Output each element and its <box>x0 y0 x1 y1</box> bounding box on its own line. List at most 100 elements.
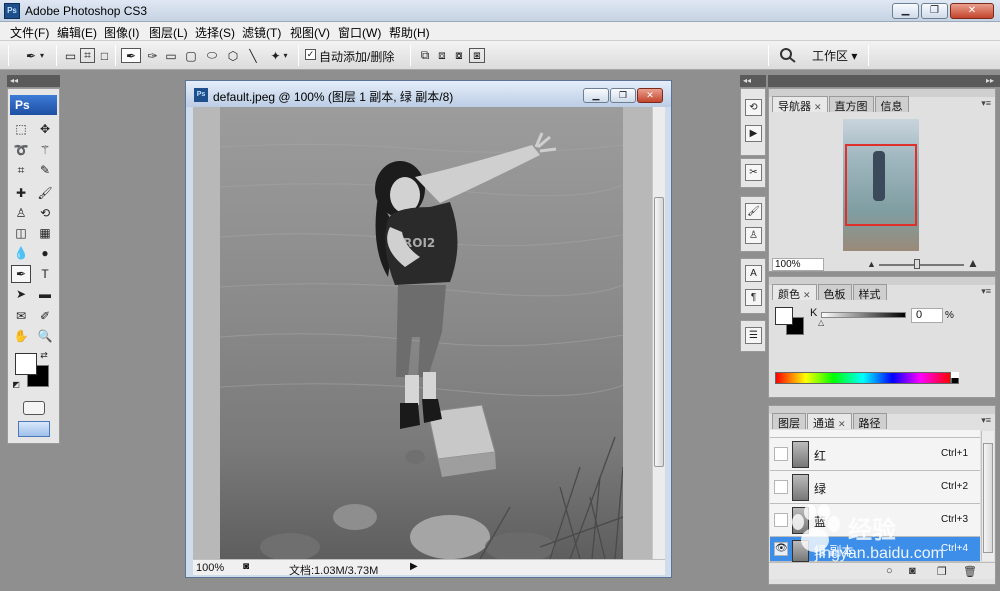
doc-close-button[interactable]: ✕ <box>637 88 663 103</box>
freeform-pen-icon[interactable]: ✑ <box>145 48 160 63</box>
white-swatch[interactable] <box>951 372 959 378</box>
tools-collapse-bar[interactable]: ◂◂ <box>7 75 60 87</box>
path-add-icon[interactable]: ⧉ <box>418 48 432 63</box>
navigator-zoom-field[interactable]: 100% <box>772 258 824 271</box>
dock-collapse-bar[interactable]: ◂◂ <box>740 75 766 87</box>
notes-tool-icon[interactable]: ✉ <box>11 307 31 325</box>
actions-icon[interactable]: ▶ <box>745 125 762 142</box>
menu-view[interactable]: 视图(V) <box>290 24 330 41</box>
canvas-area[interactable]: ROI2 <box>193 107 652 559</box>
minimize-button[interactable]: ▁ <box>892 3 919 19</box>
channel-row-rgb-partial[interactable] <box>770 430 980 438</box>
restore-button[interactable]: ❐ <box>921 3 948 19</box>
path-exclude-icon[interactable]: ⧆ <box>469 48 485 63</box>
tab-layers[interactable]: 图层 <box>772 413 806 430</box>
document-zoom-level[interactable]: 100% <box>196 562 224 574</box>
eraser-tool-icon[interactable]: ◫ <box>11 224 31 242</box>
document-titlebar[interactable]: Ps default.jpeg @ 100% (图层 1 副本, 绿 副本/8)… <box>186 81 671 107</box>
color-foreground-swatch[interactable] <box>775 307 793 325</box>
brushes-icon[interactable]: 🖌 <box>745 203 762 220</box>
crop-tool-icon[interactable]: ⌗ <box>11 161 31 179</box>
auto-add-delete-checkbox[interactable]: ✓ <box>305 49 316 60</box>
swap-colors-icon[interactable]: ⇄ <box>38 349 50 361</box>
healing-brush-icon[interactable]: ✚ <box>11 184 31 202</box>
close-icon[interactable]: ✕ <box>838 419 846 429</box>
zoom-out-icon[interactable]: ▲ <box>867 259 876 269</box>
rectangle-icon[interactable]: ▭ <box>164 48 178 63</box>
scrollbar-thumb[interactable] <box>983 443 993 553</box>
navigator-slider-thumb[interactable] <box>914 259 920 269</box>
history-brush-icon[interactable]: ⟲ <box>35 204 55 222</box>
menu-edit[interactable]: 编辑(E) <box>57 24 97 41</box>
tab-histogram[interactable]: 直方图 <box>828 96 874 113</box>
ellipse-icon[interactable]: ⬭ <box>205 48 219 63</box>
gradient-tool-icon[interactable]: ▦ <box>35 224 55 242</box>
navigator-zoom-slider[interactable] <box>879 264 964 266</box>
tab-swatches[interactable]: 色板 <box>817 284 852 301</box>
channel-row-green-copy[interactable]: 👁 绿 副本 Ctrl+4 <box>770 537 980 562</box>
shape-tool-icon[interactable]: ▬ <box>35 285 55 303</box>
black-channel-value[interactable]: 0 <box>911 308 943 323</box>
hand-tool-icon[interactable]: ✋ <box>11 327 31 345</box>
screen-mode-icon[interactable] <box>18 421 50 437</box>
tab-navigator[interactable]: 导航器 ✕ <box>772 96 828 113</box>
paragraph-icon[interactable]: ¶ <box>745 289 762 306</box>
brush-tool-icon[interactable]: 🖌 <box>35 184 55 202</box>
close-button[interactable]: ✕ <box>950 3 994 19</box>
load-selection-icon[interactable]: ○ <box>886 565 893 577</box>
black-channel-slider[interactable] <box>821 312 906 318</box>
character-icon[interactable]: A <box>745 265 762 282</box>
visibility-toggle[interactable] <box>774 480 788 494</box>
menu-file[interactable]: 文件(F) <box>10 24 49 41</box>
blur-tool-icon[interactable]: 💧 <box>11 244 31 262</box>
visibility-toggle[interactable] <box>774 447 788 461</box>
tool-preset-picker[interactable]: ✒ ▾ <box>20 48 50 63</box>
doc-minimize-button[interactable]: ▁ <box>583 88 609 103</box>
channel-row-green[interactable]: 绿 Ctrl+2 <box>770 471 980 504</box>
clone-source-icon[interactable]: ♙ <box>745 227 762 244</box>
custom-shape-icon[interactable]: ✦ ▾ <box>265 48 293 63</box>
quick-mask-icon[interactable] <box>23 401 45 415</box>
menu-select[interactable]: 选择(S) <box>195 24 235 41</box>
menu-window[interactable]: 窗口(W) <box>338 24 381 41</box>
layer-comps-icon[interactable]: ☰ <box>745 327 762 344</box>
document-photo[interactable]: ROI2 <box>220 107 623 559</box>
slider-marker-icon[interactable]: △ <box>818 318 824 327</box>
move-tool-icon[interactable]: ✥ <box>35 120 55 138</box>
photoshop-logo[interactable]: Ps <box>10 95 57 115</box>
lasso-tool-icon[interactable]: ➰ <box>11 141 31 159</box>
doc-restore-button[interactable]: ❐ <box>610 88 636 103</box>
channel-row-red[interactable]: 红 Ctrl+1 <box>770 438 980 471</box>
menu-help[interactable]: 帮助(H) <box>389 24 430 41</box>
menu-layer[interactable]: 图层(L) <box>149 24 188 41</box>
panel-menu-icon[interactable]: ▾≡ <box>981 98 991 109</box>
panels-collapse-bar[interactable]: ▸▸ <box>768 75 1000 87</box>
trash-icon[interactable]: 🗑 <box>963 565 977 578</box>
path-selection-icon[interactable]: ➤ <box>11 285 31 303</box>
zoom-tool-icon[interactable]: 🔍 <box>35 327 55 345</box>
color-spectrum-bar[interactable] <box>775 372 951 384</box>
type-tool-icon[interactable]: T <box>35 265 55 283</box>
path-intersect-icon[interactable]: ⧇ <box>452 48 466 63</box>
history-icon[interactable]: ⟲ <box>745 99 762 116</box>
clone-stamp-icon[interactable]: ♙ <box>11 204 31 222</box>
tool-presets-icon[interactable]: ✂ <box>745 164 762 181</box>
eyedropper-icon[interactable]: ✐ <box>35 307 55 325</box>
polygon-icon[interactable]: ⬡ <box>226 48 240 63</box>
tab-info[interactable]: 信息 <box>874 96 909 113</box>
navigator-view-box[interactable] <box>845 144 917 226</box>
marquee-tool-icon[interactable]: ⬚ <box>11 120 31 138</box>
workspace-menu[interactable]: 工作区 ▾ <box>812 47 857 64</box>
rounded-rectangle-icon[interactable]: ▢ <box>184 48 198 63</box>
channel-row-blue[interactable]: 蓝 Ctrl+3 <box>770 504 980 537</box>
line-icon[interactable]: ╲ <box>246 48 260 63</box>
menu-filter[interactable]: 滤镜(T) <box>242 24 281 41</box>
paths-icon[interactable]: ⌗ <box>80 48 95 63</box>
tab-channels[interactable]: 通道 ✕ <box>807 413 852 430</box>
visibility-toggle[interactable] <box>774 513 788 527</box>
status-arrow-icon[interactable]: ▶ <box>410 561 418 572</box>
channels-scrollbar[interactable] <box>981 431 994 561</box>
tab-color[interactable]: 颜色 ✕ <box>772 284 817 301</box>
close-icon[interactable]: ✕ <box>803 290 811 300</box>
panel-menu-icon[interactable]: ▾≡ <box>981 415 991 426</box>
